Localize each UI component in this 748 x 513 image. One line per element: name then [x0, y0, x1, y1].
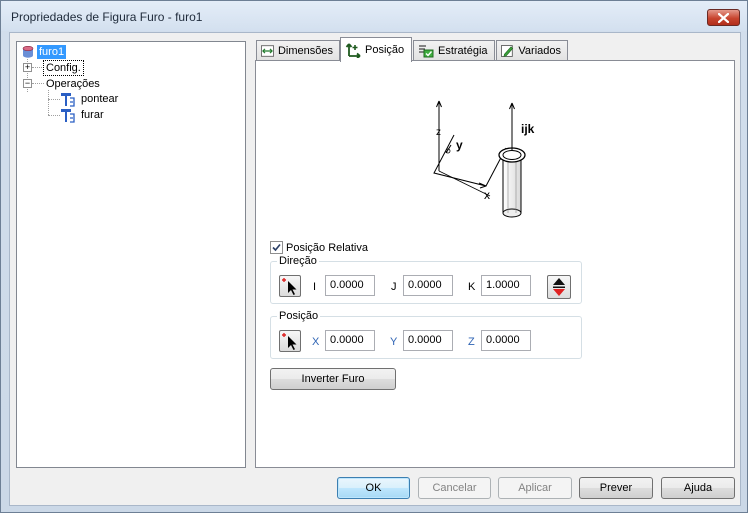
direcao-group: Direção I 0.0000 J 0.0000 K 1.0000: [270, 255, 582, 304]
tab-label: Estratégia: [438, 44, 488, 57]
k-input[interactable]: 1.0000: [481, 275, 531, 296]
tab-label: Dimensões: [277, 44, 333, 57]
cylinder-icon: [22, 45, 34, 58]
pick-position-button[interactable]: [279, 330, 301, 352]
x-input[interactable]: 0.0000: [325, 330, 375, 351]
tree-item-pontear[interactable]: pontear: [60, 91, 120, 107]
tree-label-furar: furar: [81, 109, 104, 121]
invert-direction-button[interactable]: [547, 275, 571, 299]
preview-button[interactable]: Prever: [579, 477, 653, 499]
tab-posicao[interactable]: Posição: [340, 37, 412, 62]
tree-connector: [48, 90, 49, 115]
checkbox-box[interactable]: [270, 241, 283, 254]
expand-config-toggle[interactable]: +: [23, 63, 32, 72]
tree-connector: [48, 99, 60, 100]
collapse-operacoes-toggle[interactable]: −: [23, 79, 32, 88]
drill-operation-icon: [61, 92, 75, 107]
tree-label-operacoes: Operações: [46, 78, 100, 90]
drill-operation-icon: [61, 108, 75, 123]
position-axes-icon: [345, 43, 361, 58]
tree-connector: [48, 115, 60, 116]
j-label: J: [391, 281, 397, 293]
posicao-group: Posição X 0.0000 Y 0.0000 Z 0.0000: [270, 310, 582, 359]
tree-connector: [32, 83, 44, 84]
tab-dimensoes[interactable]: Dimensões: [256, 40, 340, 60]
j-input[interactable]: 0.0000: [403, 275, 453, 296]
close-button[interactable]: [707, 9, 740, 26]
cursor-pick-icon: [282, 333, 297, 350]
posicao-panel: z y x ijk Posição Relativa Direção I 0.0…: [255, 60, 735, 468]
direcao-title: Direção: [277, 255, 319, 267]
tree-label-config: Config.: [43, 60, 84, 76]
dimension-arrows-icon: [261, 44, 274, 57]
pick-direction-button[interactable]: [279, 275, 301, 297]
tree-label-furo1: furo1: [37, 45, 67, 59]
tree-label-pontear: pontear: [81, 93, 119, 105]
cancel-button[interactable]: Cancelar: [418, 477, 491, 499]
i-label: I: [313, 281, 317, 293]
close-icon: [718, 12, 729, 23]
y-label: Y: [390, 336, 398, 348]
tree-item-config[interactable]: Config.: [43, 60, 84, 76]
posicao-title: Posição: [277, 310, 321, 322]
inverter-furo-button[interactable]: Inverter Furo: [270, 368, 396, 390]
x-label: X: [312, 336, 320, 348]
diagram-ijk-label: ijk: [521, 122, 535, 136]
posicao-relativa-checkbox[interactable]: Posição Relativa: [270, 241, 368, 254]
i-input[interactable]: 0.0000: [325, 275, 375, 296]
k-label: K: [468, 281, 476, 293]
hole-position-diagram: z y x ijk: [433, 100, 535, 218]
diagram-y-label: y: [456, 138, 463, 152]
help-button[interactable]: Ajuda: [661, 477, 735, 499]
tab-variados[interactable]: Variados: [496, 40, 568, 60]
y-input[interactable]: 0.0000: [403, 330, 453, 351]
feature-tree[interactable]: furo1 + Config. − Operações pontear fura…: [16, 41, 246, 468]
apply-button[interactable]: Aplicar: [498, 477, 572, 499]
title-bar[interactable]: Propriedades de Figura Furo - furo1: [1, 1, 747, 31]
strategy-list-icon: [419, 44, 434, 57]
tab-estrategia[interactable]: Estratégia: [413, 40, 495, 60]
dialog-window: Propriedades de Figura Furo - furo1 furo…: [0, 0, 748, 513]
diagram-z-label: z: [436, 127, 441, 138]
tab-label: Variados: [518, 44, 561, 57]
tab-label: Posição: [365, 44, 405, 56]
window-title: Propriedades de Figura Furo - furo1: [11, 10, 203, 24]
flip-arrows-icon: [553, 278, 565, 296]
diagram-x-label: x: [484, 188, 490, 202]
cursor-pick-icon: [282, 278, 297, 295]
z-label: Z: [468, 336, 475, 348]
tree-item-operacoes[interactable]: Operações: [44, 76, 102, 92]
ok-button[interactable]: OK: [337, 477, 410, 499]
tree-item-furar[interactable]: furar: [60, 107, 106, 123]
tree-item-furo1[interactable]: furo1: [21, 44, 67, 60]
edit-pencil-icon: [501, 44, 514, 57]
posicao-relativa-label: Posição Relativa: [286, 241, 368, 254]
dialog-body: furo1 + Config. − Operações pontear fura…: [9, 32, 741, 506]
check-icon: [272, 243, 281, 252]
z-input[interactable]: 0.0000: [481, 330, 531, 351]
